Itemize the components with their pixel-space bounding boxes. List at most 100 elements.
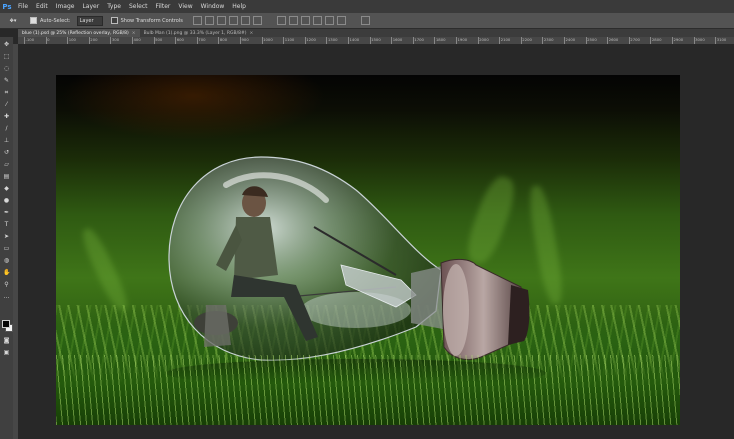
gradient-icon[interactable]: ▤ — [3, 173, 10, 180]
auto-select-checkbox[interactable] — [30, 17, 37, 24]
menu-help[interactable]: Help — [228, 0, 250, 13]
zoom-icon[interactable]: ⚲ — [3, 281, 10, 288]
brush-icon[interactable]: ∕ — [3, 125, 10, 132]
shape-icon[interactable]: ▭ — [3, 245, 10, 252]
auto-select-label: Auto-Select: — [40, 17, 71, 24]
show-transform-label: Show Transform Controls — [120, 17, 183, 24]
distribute-buttons — [276, 16, 349, 25]
eyedropper-icon[interactable]: ⁄ — [3, 101, 10, 108]
align-bottom-icon[interactable] — [216, 16, 226, 25]
close-icon[interactable]: × — [250, 31, 254, 36]
menu-file[interactable]: File — [14, 0, 32, 13]
ruler-label: 2900 — [673, 37, 684, 42]
show-transform-checkbox[interactable] — [110, 17, 118, 24]
vertical-ruler[interactable] — [13, 44, 18, 439]
move-tool-icon[interactable]: ✥▾ — [4, 15, 22, 26]
distribute-vcenter-icon[interactable] — [288, 16, 298, 25]
tools-panel: ✥ ⬚ ◌ ✎ ⌗ ⁄ ✚ ∕ ⊥ ↺ ▱ ▤ ◆ ● ✒ T ➤ ▭ ◍ ✋ … — [0, 37, 14, 439]
ruler-label: 300 — [111, 37, 120, 42]
ruler-label: 2600 — [608, 37, 619, 42]
history-brush-icon[interactable]: ↺ — [3, 149, 10, 156]
align-top-icon[interactable] — [192, 16, 202, 25]
auto-align-layers-icon[interactable] — [360, 16, 370, 25]
edit-toolbar-icon[interactable]: … — [3, 293, 10, 300]
base-contact — [508, 285, 530, 345]
pen-icon[interactable]: ✒ — [3, 209, 10, 216]
eraser-icon[interactable]: ▱ — [3, 161, 10, 168]
crop-icon[interactable]: ⌗ — [3, 89, 10, 96]
ruler-label: 1400 — [349, 37, 360, 42]
distribute-right-icon[interactable] — [336, 16, 346, 25]
menu-bar: Ps File Edit Image Layer Type Select Fil… — [0, 0, 734, 13]
ruler-label: 400 — [133, 37, 141, 42]
ruler-label: 2500 — [587, 37, 597, 42]
ruler-label: 2000 — [479, 37, 489, 42]
lasso-icon[interactable]: ◌ — [3, 65, 10, 72]
auto-select-dropdown[interactable]: Layer — [76, 15, 103, 26]
ruler-label: -100 — [25, 37, 35, 42]
move-icon[interactable]: ✥ — [3, 41, 10, 48]
ruler-label: 1700 — [414, 37, 424, 42]
ruler-label: 1100 — [284, 37, 295, 42]
marquee-icon[interactable]: ⬚ — [3, 53, 10, 60]
align-right-icon[interactable] — [252, 16, 262, 25]
ruler-label: 1000 — [263, 37, 273, 42]
ruler-label: 1600 — [392, 37, 403, 42]
tab-blue-psd[interactable]: blue (1).psd @ 25% (Reflection overlay, … — [18, 29, 140, 37]
ruler-label: 900 — [241, 37, 249, 42]
close-icon[interactable]: × — [132, 31, 136, 36]
3d-icon[interactable]: ◍ — [3, 257, 10, 264]
menu-view[interactable]: View — [174, 0, 196, 13]
dodge-icon[interactable]: ● — [3, 197, 10, 204]
ruler-label: 700 — [198, 37, 206, 42]
distribute-left-icon[interactable] — [312, 16, 322, 25]
horizontal-ruler[interactable]: -100 0 100 200 300 400 500 600 700 800 900 1000 1100… — [18, 37, 734, 44]
ruler-label: 100 — [68, 37, 76, 42]
ruler-label: 2400 — [565, 37, 576, 42]
type-icon[interactable]: T — [3, 221, 10, 228]
tab-bulb-man[interactable]: Bulb Man (1).png @ 33.3% (Layer 1, RGB/8… — [140, 29, 258, 37]
align-left-icon[interactable] — [228, 16, 238, 25]
healing-brush-icon[interactable]: ✚ — [3, 113, 10, 120]
auto-align-group — [360, 16, 373, 25]
menu-window[interactable]: Window — [197, 0, 229, 13]
ruler-label: 2300 — [543, 37, 554, 42]
blur-icon[interactable]: ◆ — [3, 185, 10, 192]
ruler-label: 500 — [155, 37, 163, 42]
document-tabs: blue (1).psd @ 25% (Reflection overlay, … — [18, 29, 734, 37]
menu-type[interactable]: Type — [103, 0, 125, 13]
quick-mask-icon[interactable]: ◙ — [3, 337, 10, 344]
options-bar: ✥▾ Auto-Select: Layer Show Transform Con… — [0, 13, 734, 29]
screen-mode-icon[interactable]: ▣ — [3, 349, 10, 356]
ruler-label: 200 — [90, 37, 98, 42]
align-buttons — [192, 16, 265, 25]
ruler-label: 1300 — [327, 37, 338, 42]
quick-select-icon[interactable]: ✎ — [3, 77, 10, 84]
ruler-label: 2800 — [651, 37, 662, 42]
menu-image[interactable]: Image — [52, 0, 79, 13]
ruler-label: 1900 — [457, 37, 468, 42]
ruler-label: 1800 — [435, 37, 446, 42]
photoshop-logo: Ps — [2, 2, 12, 11]
foreground-grass — [56, 355, 680, 425]
distribute-hcenter-icon[interactable] — [324, 16, 334, 25]
menu-layer[interactable]: Layer — [78, 0, 103, 13]
foreground-color-swatch[interactable] — [2, 320, 10, 328]
tab-label: blue (1).psd @ 25% (Reflection overlay, … — [22, 30, 129, 36]
ruler-label: 800 — [219, 37, 228, 42]
menu-filter[interactable]: Filter — [152, 0, 175, 13]
ruler-label: 2200 — [522, 37, 532, 42]
menu-edit[interactable]: Edit — [32, 0, 52, 13]
distribute-top-icon[interactable] — [276, 16, 286, 25]
align-vcenter-icon[interactable] — [204, 16, 214, 25]
path-selection-icon[interactable]: ➤ — [3, 233, 10, 240]
ruler-label: 600 — [176, 37, 184, 42]
ruler-label: 3100 — [716, 37, 727, 42]
document-canvas[interactable] — [56, 75, 680, 425]
ruler-label: 2700 — [630, 37, 640, 42]
clone-stamp-icon[interactable]: ⊥ — [3, 137, 10, 144]
menu-select[interactable]: Select — [125, 0, 152, 13]
distribute-bottom-icon[interactable] — [300, 16, 310, 25]
hand-icon[interactable]: ✋ — [3, 269, 10, 276]
align-hcenter-icon[interactable] — [240, 16, 250, 25]
